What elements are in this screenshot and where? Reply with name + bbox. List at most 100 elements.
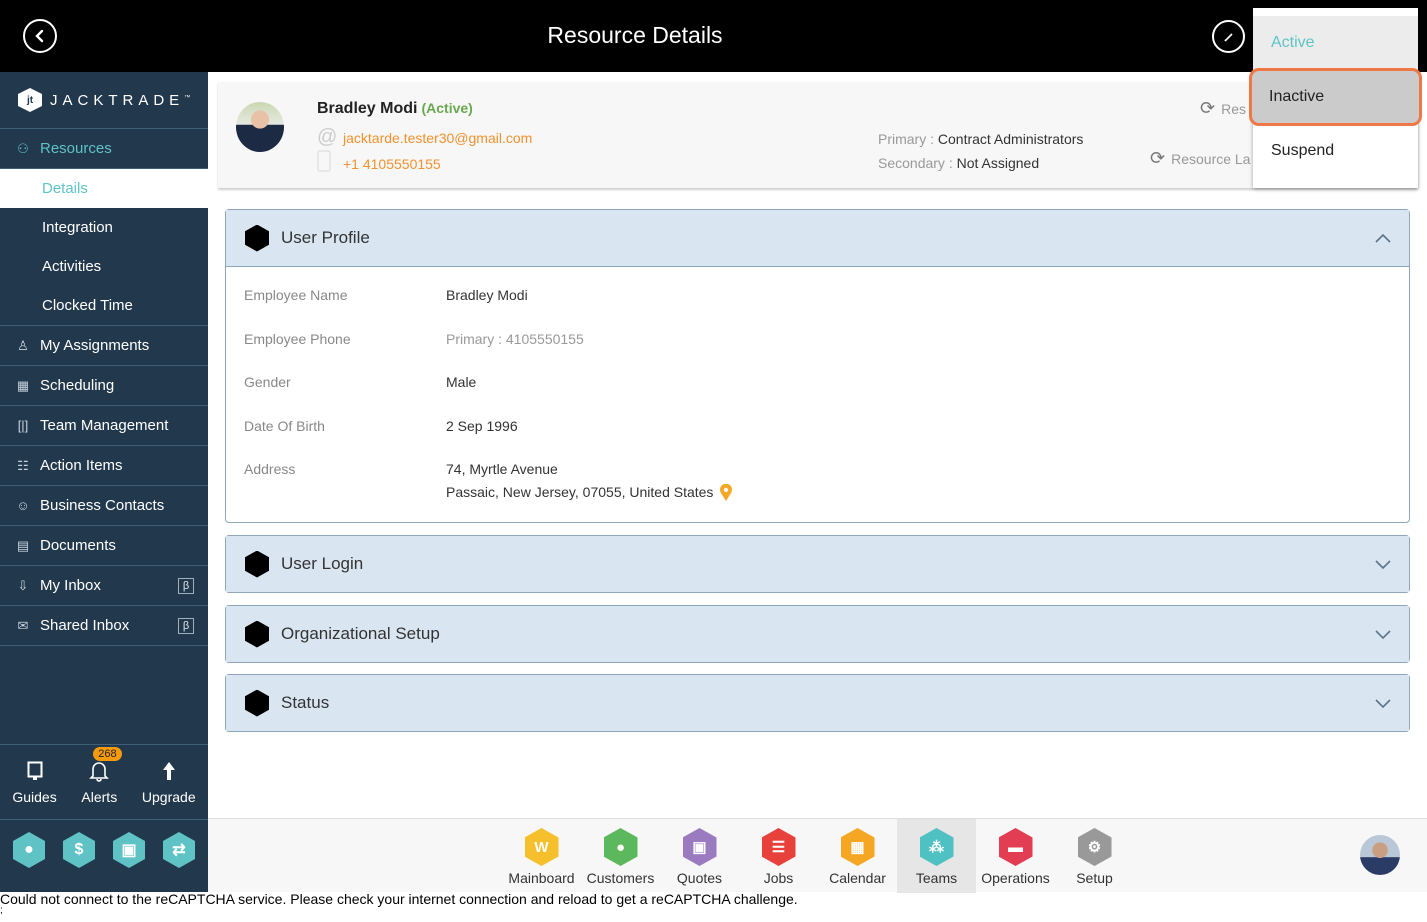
app-quotes[interactable]: ▣ Quotes [660, 819, 739, 893]
alerts-button[interactable]: 268 Alerts [81, 747, 122, 805]
status-dropdown: Active Inactive Suspend [1249, 8, 1422, 188]
at-icon: @ [317, 126, 338, 148]
teams-icon: ⁂ [919, 828, 954, 866]
section-header-user-profile[interactable]: User Profile [226, 210, 1409, 266]
mainboard-icon: W [524, 828, 559, 866]
sidebar-item-label: Resources [40, 140, 112, 157]
app-label: Mainboard [508, 870, 575, 886]
section-user-profile: User Profile Employee Name Bradley Modi … [225, 209, 1410, 523]
quick-actions: ● $ ▣ ⇄ [0, 832, 208, 868]
app-setup[interactable]: ⚙ Setup [1055, 819, 1134, 893]
page-title: Resource Details [547, 22, 723, 48]
app-mainboard[interactable]: W Mainboard [502, 819, 581, 893]
sidebar-item-documents[interactable]: ▤ Documents [0, 526, 208, 566]
app-label: Operations [981, 870, 1050, 886]
app-label: Teams [915, 870, 958, 886]
sidebar-item-team-management[interactable]: [|] Team Management [0, 406, 208, 446]
sidebar-subitem-activities[interactable]: Activities [0, 247, 208, 286]
envelope-icon: ✉ [17, 617, 29, 633]
detail-label: Address [244, 461, 296, 477]
resource-link[interactable]: ⟳ Resource La [1150, 148, 1250, 169]
sidebar-item-my-inbox[interactable]: ⇩ My Inbox β [0, 566, 208, 606]
status-option-inactive[interactable]: Inactive [1249, 68, 1422, 126]
sidebar-item-label: Scheduling [40, 377, 115, 394]
app-customers[interactable]: ● Customers [581, 819, 660, 893]
section-title: Status [281, 693, 330, 712]
detail-label: Employee Phone [244, 330, 351, 347]
chevron-up-icon[interactable] [1375, 230, 1391, 246]
alerts-count-badge: 268 [93, 747, 122, 761]
section-title: User Login [281, 554, 364, 573]
address-line-2-row: Passaic, New Jersey, 07055, United State… [446, 481, 733, 504]
chevron-down-icon[interactable] [1375, 556, 1391, 572]
profile-name: Bradley Modi [317, 100, 418, 117]
section-status: Status [225, 674, 1410, 732]
app-calendar[interactable]: ▦ Calendar [818, 819, 897, 893]
profile-phone[interactable]: +1 4105550155 [343, 156, 441, 172]
section-header-user-login[interactable]: User Login [226, 536, 1409, 592]
section-title: Organizational Setup [281, 624, 440, 643]
sidebar-item-my-assignments[interactable]: ♙ My Assignments [0, 326, 208, 366]
sidebar: jt JACKTRADE™ ⚇ Resources Details Integr… [0, 72, 208, 892]
section-header-organizational-setup[interactable]: Organizational Setup [226, 606, 1409, 662]
trademark: ™ [184, 94, 191, 101]
bell-icon [88, 759, 110, 783]
profile-header: Bradley Modi (Active) @ jacktarde.tester3… [218, 82, 1418, 188]
tool-label: Upgrade [141, 789, 196, 805]
sidebar-item-scheduling[interactable]: ▦ Scheduling [0, 366, 208, 406]
profile-avatar [236, 102, 284, 152]
map-pin-icon[interactable] [719, 483, 733, 502]
user-icon[interactable]: ● [13, 832, 45, 868]
app-label: Setup [1076, 870, 1113, 886]
secondary-role: Secondary : Not Assigned [878, 155, 1039, 171]
tool-label: Alerts [81, 789, 118, 805]
detail-label: Employee Name [244, 287, 348, 303]
section-header-status[interactable]: Status [226, 675, 1409, 731]
sidebar-item-label: Shared Inbox [40, 617, 130, 634]
upgrade-button[interactable]: Upgrade [142, 759, 196, 805]
chevron-down-icon[interactable] [1375, 626, 1391, 642]
workflow-icon[interactable]: ⇄ [163, 832, 195, 868]
detail-value: Male [446, 374, 477, 390]
assignments-icon: ♙ [17, 337, 29, 353]
status-option-suspend[interactable]: Suspend [1253, 124, 1418, 178]
profile-email[interactable]: jacktarde.tester30@gmail.com [343, 130, 532, 146]
chevron-down-icon[interactable] [1375, 695, 1391, 711]
detail-row: Date Of Birth 2 Sep 1996 [226, 408, 1409, 452]
resource-link-label: Resource La [1171, 150, 1251, 167]
resources-submenu: Details Integration Activities Clocked T… [0, 169, 208, 326]
app-jobs[interactable]: ☰ Jobs [739, 819, 818, 893]
jobs-list-icon: ☰ [761, 828, 796, 866]
primary-role-label: Primary : [878, 131, 938, 147]
sidebar-item-action-items[interactable]: ☷ Action Items [0, 446, 208, 486]
reset-link[interactable]: ⟳ Res [1200, 98, 1246, 119]
sidebar-item-label: My Assignments [40, 337, 150, 354]
sidebar-subitem-integration[interactable]: Integration [0, 208, 208, 247]
hexagon-icon [245, 550, 269, 578]
refresh-icon: ⟳ [1200, 98, 1216, 118]
calendar-clock-icon: ▦ [16, 377, 30, 393]
money-icon[interactable]: ▣ [113, 832, 145, 868]
brand-logo[interactable]: jt JACKTRADE™ [0, 72, 208, 129]
app-operations[interactable]: ▬ Operations [976, 819, 1055, 893]
dollar-icon[interactable]: $ [63, 832, 95, 868]
address-line-2: Passaic, New Jersey, 07055, United State… [446, 484, 714, 500]
status-option-active[interactable]: Active [1253, 16, 1418, 70]
sidebar-subitem-details[interactable]: Details [0, 169, 208, 208]
secondary-role-label: Secondary : [878, 155, 957, 171]
clipboard-icon: ☷ [17, 457, 29, 473]
detail-row: Address 74, Myrtle Avenue Passaic, New J… [226, 451, 1409, 504]
sidebar-item-shared-inbox[interactable]: ✉ Shared Inbox β [0, 606, 208, 646]
contact-book-icon: ☺ [16, 498, 30, 513]
detail-row: Employee Name Bradley Modi [226, 277, 1409, 321]
app-label: Jobs [763, 870, 794, 886]
sidebar-item-resources[interactable]: ⚇ Resources [0, 129, 208, 169]
inbox-icon: ⇩ [17, 577, 29, 593]
guides-button[interactable]: Guides [12, 759, 57, 805]
current-user-avatar[interactable] [1360, 835, 1400, 875]
edit-button[interactable] [1212, 20, 1245, 53]
sidebar-subitem-clocked-time[interactable]: Clocked Time [0, 286, 208, 325]
sidebar-item-business-contacts[interactable]: ☺ Business Contacts [0, 486, 208, 526]
app-teams[interactable]: ⁂ Teams [897, 819, 976, 893]
resources-icon: ⚇ [17, 140, 29, 156]
